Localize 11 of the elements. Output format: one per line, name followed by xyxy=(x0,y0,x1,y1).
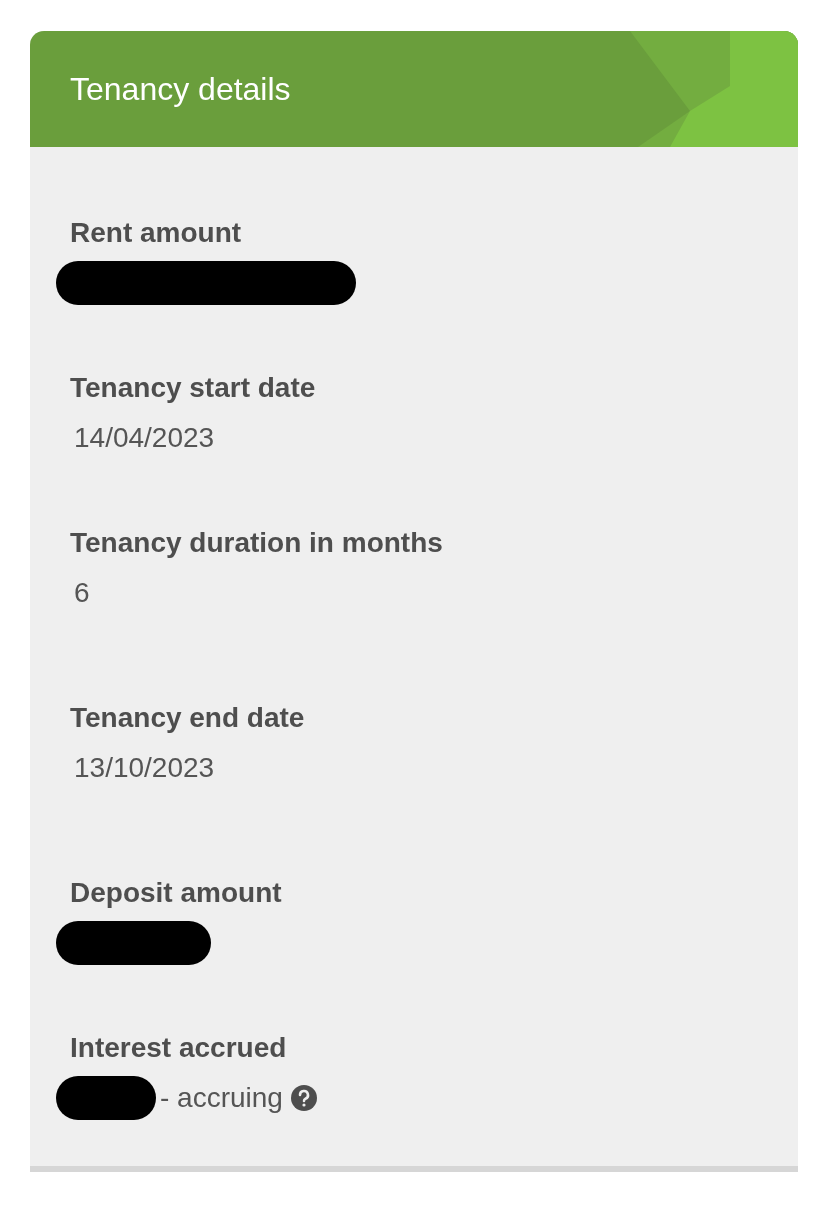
field-label: Tenancy start date xyxy=(70,371,317,405)
field-label: Tenancy duration in months xyxy=(70,526,444,560)
field-value: - accruing xyxy=(160,1081,283,1115)
card-title: Tenancy details xyxy=(69,70,292,109)
field-label: Interest accrued xyxy=(70,1031,288,1065)
field-label: Tenancy end date xyxy=(70,701,306,735)
field-label: Deposit amount xyxy=(70,876,283,910)
field-value: 13/10/2023 xyxy=(74,751,215,785)
field-label: Rent amount xyxy=(70,216,243,250)
field-value: 14/04/2023 xyxy=(74,421,215,455)
field-value: 6 xyxy=(74,576,90,610)
